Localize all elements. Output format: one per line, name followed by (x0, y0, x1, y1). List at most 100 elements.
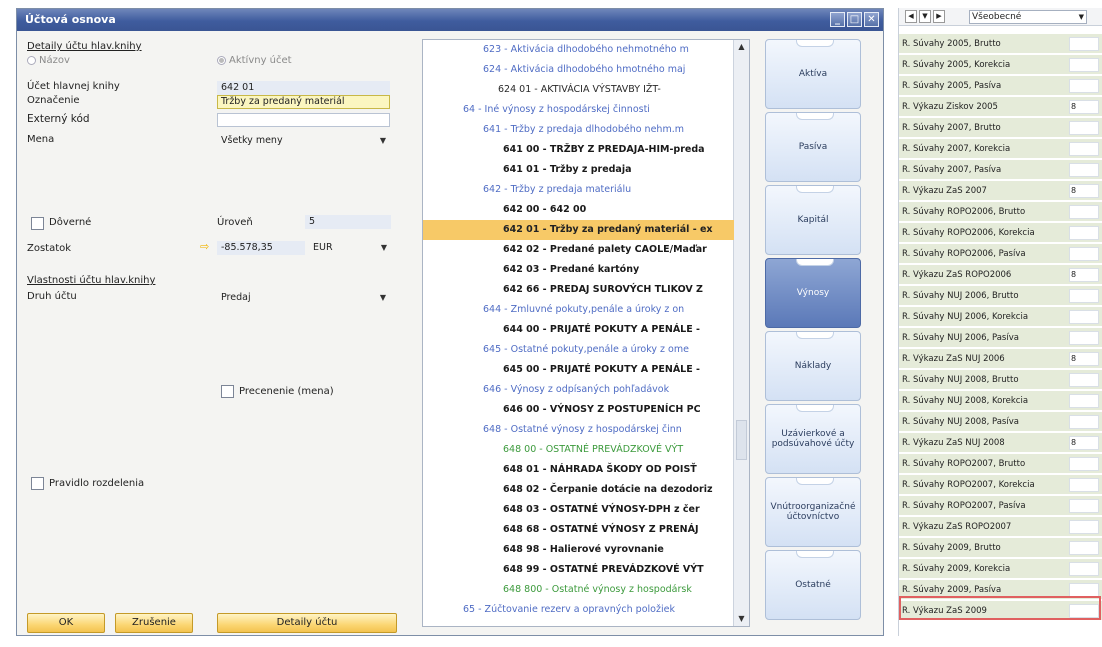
level-field[interactable]: 5 (305, 215, 391, 229)
tree-row[interactable]: 641 - Tržby z predaja dlhodobého nehm.m (483, 120, 734, 140)
user-field-value[interactable] (1069, 331, 1099, 345)
scroll-up-icon[interactable]: ▲ (734, 40, 749, 54)
user-field-value[interactable] (1069, 415, 1099, 429)
tree-row-selected[interactable]: 642 01 - Tržby za predaný materiál - ex (423, 220, 734, 240)
account-type-select[interactable]: Predaj (217, 291, 390, 305)
category-select[interactable]: Všeobecné (969, 10, 1087, 24)
designation-field[interactable]: Tržby za predaný materiál (217, 95, 390, 109)
tree-row[interactable]: 645 - Ostatné pokuty,penále a úroky z om… (483, 340, 734, 360)
tree-row[interactable]: 642 00 - 642 00 (503, 200, 734, 220)
user-field-value[interactable] (1069, 205, 1099, 219)
user-field-value[interactable] (1069, 79, 1099, 93)
tree-row[interactable]: 64 - Iné výnosy z hospodárskej činnosti (463, 100, 734, 120)
user-field-value[interactable] (1069, 37, 1099, 51)
category-button[interactable]: Aktíva (765, 39, 861, 109)
user-field-value[interactable]: 8 (1069, 436, 1099, 450)
category-button[interactable]: Náklady (765, 331, 861, 401)
tree-row[interactable]: 644 - Zmluvné pokuty,penále a úroky z on (483, 300, 734, 320)
user-field-value[interactable] (1069, 247, 1099, 261)
user-field-value[interactable]: 8 (1069, 100, 1099, 114)
tree-row[interactable]: 642 - Tržby z predaja materiálu (483, 180, 734, 200)
tree-row[interactable]: 648 800 - Ostatné výnosy z hospodársk (503, 580, 734, 600)
nav-dropdown-icon[interactable]: ▼ (919, 10, 931, 23)
category-button[interactable]: Výnosy (765, 258, 861, 328)
radio-active-option[interactable]: Aktívny účet (217, 55, 292, 66)
scroll-thumb[interactable] (736, 420, 747, 460)
category-button[interactable]: Uzávierkové a podsúvahové účty (765, 404, 861, 474)
user-field-value[interactable]: 8 (1069, 352, 1099, 366)
tree-row[interactable]: 648 03 - OSTATNÉ VÝNOSY-DPH z čer (503, 500, 734, 520)
nav-last-icon[interactable]: ▶ (933, 10, 945, 23)
tree-row[interactable]: 623 - Aktivácia dlhodobého nehmotného m (483, 40, 734, 60)
distribution-rule-label: Pravidlo rozdelenia (49, 478, 145, 489)
user-field-value[interactable] (1069, 121, 1099, 135)
tree-row[interactable]: 642 66 - PREDAJ SUROVÝCH TLIKOV Z (503, 280, 734, 300)
user-field-value[interactable] (1069, 163, 1099, 177)
user-field-value[interactable] (1069, 58, 1099, 72)
category-button[interactable]: Ostatné (765, 550, 861, 620)
maximize-icon[interactable]: □ (847, 12, 862, 27)
account-tree[interactable]: ▲ ▼ 623 - Aktivácia dlhodobého nehmotnéh… (422, 39, 750, 627)
radio-title[interactable] (27, 55, 36, 65)
user-field-value[interactable] (1069, 310, 1099, 324)
tree-row[interactable]: 644 00 - PRIJATÉ POKUTY A PENÁLE - (503, 320, 734, 340)
tree-row[interactable]: 641 01 - Tržby z predaja (503, 160, 734, 180)
user-field-value[interactable] (1069, 562, 1099, 576)
user-field-value[interactable] (1069, 226, 1099, 240)
scroll-down-icon[interactable]: ▼ (734, 612, 749, 626)
user-field-value[interactable] (1069, 478, 1099, 492)
ok-button[interactable]: OK (27, 613, 105, 633)
user-field-row: R. Súvahy NUJ 2006, Pasíva (899, 328, 1102, 348)
tree-row[interactable]: 646 00 - VÝNOSY Z POSTUPENÍCH PC (503, 400, 734, 420)
radio-title-option[interactable]: Názov (27, 55, 70, 66)
nav-first-icon[interactable]: ◀ (905, 10, 917, 23)
tree-row[interactable]: 624 - Aktivácia dlhodobého hmotného maj (483, 60, 734, 80)
link-arrow-icon[interactable]: ⇨ (200, 240, 209, 253)
tree-scrollbar[interactable]: ▲ ▼ (733, 40, 749, 626)
revaluation-checkbox[interactable] (221, 385, 234, 398)
tree-row[interactable]: 648 68 - OSTATNÉ VÝNOSY Z PRENÁJ (503, 520, 734, 540)
close-icon[interactable]: ✕ (864, 12, 879, 27)
user-field-value[interactable] (1069, 520, 1099, 534)
tree-row[interactable]: 648 98 - Halierové vyrovnanie (503, 540, 734, 560)
cancel-button[interactable]: Zrušenie (115, 613, 193, 633)
tree-row[interactable]: 648 00 - OSTATNÉ PREVÁDZKOVÉ VÝT (503, 440, 734, 460)
category-button[interactable]: Kapitál (765, 185, 861, 255)
tree-row[interactable]: 646 - Výnosy z odpísaných pohľadávok (483, 380, 734, 400)
tree-row[interactable]: 624 01 - AKTIVÁCIA VÝSTAVBY IŽT- (498, 80, 734, 100)
tree-row[interactable]: 648 - Ostatné výnosy z hospodárskej činn (483, 420, 734, 440)
category-button[interactable]: Vnútroorganizačné účtovníctvo (765, 477, 861, 547)
confidential-checkbox[interactable] (31, 217, 44, 230)
user-field-value[interactable]: 8 (1069, 184, 1099, 198)
user-field-value[interactable] (1069, 499, 1099, 513)
tree-row[interactable]: 648 99 - OSTATNÉ PREVÁDZKOVÉ VÝT (503, 560, 734, 580)
tree-row[interactable]: 65 - Zúčtovanie rezerv a opravných polož… (463, 600, 734, 620)
category-label: Kapitál (797, 215, 829, 225)
user-field-value[interactable] (1069, 541, 1099, 555)
tree-row[interactable]: 648 02 - Čerpanie dotácie na dezodoriz (503, 480, 734, 500)
tree-row[interactable]: 641 00 - TRŽBY Z PREDAJA-HIM-preda (503, 140, 734, 160)
minimize-icon[interactable]: _ (830, 12, 845, 27)
distribution-rule-checkbox[interactable] (31, 477, 44, 490)
user-field-value[interactable]: 8 (1069, 268, 1099, 282)
tree-row[interactable]: 645 00 - PRIJATÉ POKUTY A PENÁLE - (503, 360, 734, 380)
currency-select[interactable]: Všetky meny (217, 134, 390, 148)
user-field-value[interactable] (1069, 373, 1099, 387)
user-field-value[interactable] (1069, 394, 1099, 408)
balance-currency-select[interactable]: EUR (309, 241, 391, 255)
balance-field[interactable]: -85.578,35 (217, 241, 305, 255)
tree-row[interactable]: 642 02 - Predané palety CAOLE/Maďar (503, 240, 734, 260)
user-field-value[interactable] (1069, 457, 1099, 471)
category-button[interactable]: Pasíva (765, 112, 861, 182)
user-field-value[interactable] (1069, 583, 1099, 597)
window-titlebar[interactable]: Účtová osnova _ □ ✕ (17, 9, 883, 31)
account-field[interactable]: 642 01 (217, 81, 390, 95)
account-details-button[interactable]: Detaily účtu (217, 613, 397, 633)
tree-row[interactable]: 648 01 - NÁHRADA ŠKODY OD POISŤ (503, 460, 734, 480)
external-code-field[interactable] (217, 113, 390, 127)
user-field-value[interactable] (1069, 289, 1099, 303)
tree-row[interactable]: 642 03 - Predané kartóny (503, 260, 734, 280)
radio-active[interactable] (217, 55, 226, 65)
user-field-row: R. Súvahy NUJ 2008, Pasíva (899, 412, 1102, 432)
user-field-value[interactable] (1069, 142, 1099, 156)
